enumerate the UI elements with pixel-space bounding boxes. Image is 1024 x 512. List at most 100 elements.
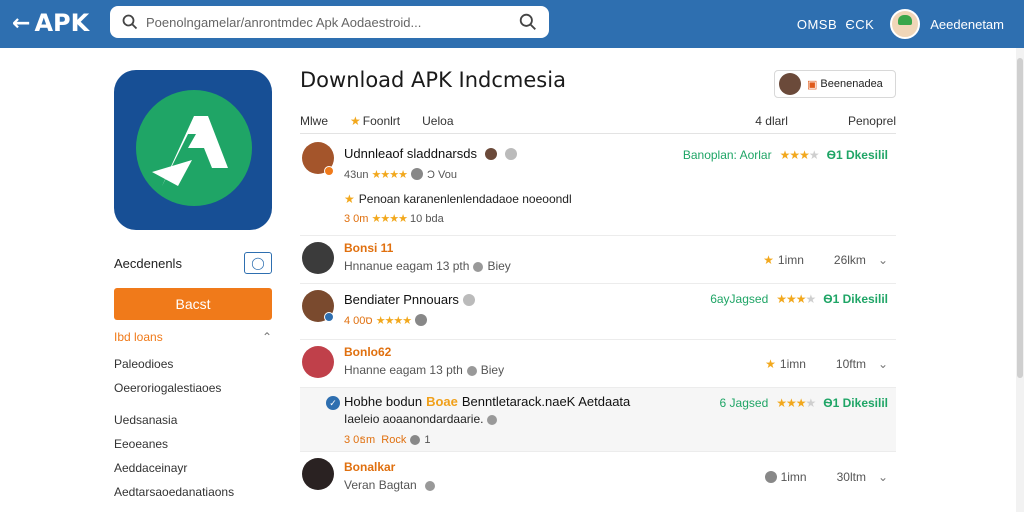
- scrollbar-thumb[interactable]: [1017, 58, 1023, 378]
- category-item[interactable]: Aedtarsaoedanatiaons: [114, 480, 272, 504]
- rating-stars: ★★★★: [371, 169, 408, 181]
- reviewer-avatar[interactable]: [302, 346, 334, 378]
- review-meta: Veran Bagtan: [344, 478, 439, 492]
- brand-name: APK: [34, 9, 90, 37]
- rating-stars: ★★★★: [375, 315, 412, 327]
- reviewer-name[interactable]: Bonsi 11: [344, 241, 393, 255]
- category-item[interactable]: Eeoeanes: [114, 432, 272, 456]
- review-item[interactable]: Bonalkar Veran Bagtan 1imn 30ltm ⌄: [300, 452, 896, 502]
- clock-icon: [424, 481, 435, 491]
- review-right: 6 Jagsed ★★★★ Ѳ1 Dikesilil: [720, 396, 888, 410]
- tab-0[interactable]: Mlwe: [300, 114, 328, 128]
- info-icon: [487, 415, 498, 425]
- tab-bar: Mlwe ★ Foonlrt Ueloa 4 dlarl Penoprel: [300, 108, 896, 134]
- review-status: Banoplan: Aorlar: [682, 148, 772, 162]
- search-bar[interactable]: Poenolngamelar/anrontmdec Apk Aodaestroi…: [110, 6, 549, 38]
- chevron-down-icon[interactable]: ⌄: [878, 357, 888, 371]
- review-text: Iaeleio aoaanondardaarie.: [344, 412, 501, 426]
- star-icon: ★: [765, 357, 776, 371]
- top-bar: ← APK Poenolngamelar/anrontmdec Apk Aoda…: [0, 0, 1024, 48]
- review-time: 1imn: [777, 253, 804, 267]
- chevron-up-icon[interactable]: ⌃: [262, 330, 272, 344]
- clock-icon: [473, 262, 484, 272]
- verified-icon: ✓: [326, 396, 340, 410]
- review-item[interactable]: ✓ Hobhe bodun Boae Benntletarack.naeK Aetd…: [300, 388, 896, 452]
- review-tag: Boae: [426, 394, 458, 409]
- username[interactable]: Aeedenetam: [930, 17, 1004, 32]
- sidebar-label: Aecdenenls: [114, 255, 182, 271]
- categories-title: Ibd loans: [114, 330, 163, 344]
- chip-flag-icon: ▣: [807, 78, 818, 91]
- clock-icon: [415, 314, 428, 326]
- search-input[interactable]: Poenolngamelar/anrontmdec Apk Aodaestroi…: [146, 15, 519, 30]
- brand-logo[interactable]: ← APK: [12, 9, 89, 37]
- review-meta-2: 3 0m ★★★★ 10 bda: [344, 213, 444, 225]
- shield-icon: ◯: [251, 256, 265, 270]
- rating-stars: ★★★★: [776, 292, 816, 306]
- review-meta: 3 0ธm Rock 1: [344, 434, 431, 446]
- rating-stars: ★★★★: [776, 396, 816, 410]
- tab-1[interactable]: ★ Foonlrt: [350, 114, 400, 128]
- category-item[interactable]: Oeeroriogalestiaoes: [114, 376, 272, 400]
- review-status: 6 Jagsed: [719, 396, 769, 410]
- star-icon: ★: [763, 253, 774, 267]
- download-link[interactable]: Ѳ1 Dikesilil: [823, 396, 888, 410]
- review-right: ★ 1imn 10ftm ⌄: [765, 357, 888, 371]
- clock-icon: [410, 435, 421, 445]
- review-count: 26lkm: [833, 253, 866, 267]
- user-chip[interactable]: ▣ Beenenadea: [774, 70, 896, 98]
- category-item[interactable]: Aeddaceinayr: [114, 456, 272, 480]
- language-selector[interactable]: OMSB ЄCK: [797, 17, 874, 32]
- tab-right-count[interactable]: 4 dlarl: [755, 114, 788, 128]
- review-meta: Hnnanue eagam 13 pth Biey: [344, 259, 511, 273]
- shield-button[interactable]: ◯: [244, 252, 272, 274]
- review-item[interactable]: Bonsi 11 Hnnanue eagam 13 pth Biey ★ 1imn…: [300, 236, 896, 284]
- review-status: 6ayJagsed: [710, 292, 769, 306]
- sidebar: Aecdenenls ◯ Bacst Ibd loans ⌃ Paleodioe…: [114, 70, 274, 499]
- clock-icon: [466, 366, 477, 376]
- sidebar-label-row: Aecdenenls ◯: [114, 252, 272, 274]
- back-arrow-icon[interactable]: ←: [12, 11, 30, 36]
- review-item[interactable]: Udnnleaof sladdnarsds 43un ★★★★ Ͻ Vou ★ Pe…: [300, 136, 896, 236]
- tab-right: 4 dlarl Penoprel: [695, 114, 896, 128]
- review-time: 1imn: [780, 470, 807, 484]
- review-right: 1imn 30ltm ⌄: [761, 470, 888, 484]
- reviewer-name[interactable]: Hobhe bodun Boae Benntletarack.naeK Aetdaa…: [344, 394, 630, 409]
- category-item[interactable]: Paleodioes: [114, 352, 272, 376]
- page-scrollbar[interactable]: [1016, 48, 1024, 512]
- download-link[interactable]: Ѳ1 Dkesilil: [827, 148, 888, 162]
- review-item[interactable]: Bendiater Pnnouars 4 00ס ★★★★ 6ayJagsed …: [300, 284, 896, 340]
- review-time: 1imn: [779, 357, 806, 371]
- chip-avatar: [779, 73, 801, 95]
- star-icon: ★: [350, 113, 361, 128]
- install-button[interactable]: Bacst: [114, 288, 272, 320]
- verified-badge-icon: [324, 312, 334, 322]
- badge-icon: [324, 166, 334, 176]
- categories-list: Paleodioes Oeeroriogalestiaoes Uedsanasi…: [114, 352, 272, 504]
- categories-header[interactable]: Ibd loans ⌃: [114, 330, 272, 344]
- search-submit-icon[interactable]: [519, 13, 537, 31]
- review-right: 6ayJagsed ★★★★ Ѳ1 Dikesilil: [710, 292, 888, 306]
- reviewer-name[interactable]: Bonlo62: [344, 345, 391, 359]
- review-item[interactable]: Bonlo62 Hnanne eagam 13 pth Biey ★ 1imn 1…: [300, 340, 896, 388]
- tab-2[interactable]: Ueloa: [422, 114, 453, 128]
- tab-right-sort[interactable]: Penoprel: [848, 114, 896, 128]
- user-avatar[interactable]: [890, 9, 921, 39]
- review-count: 30ltm: [836, 470, 866, 484]
- reviewer-avatar[interactable]: [302, 458, 334, 490]
- rating-stars: ★★★★: [371, 213, 408, 225]
- search-icon: [122, 14, 138, 30]
- category-item[interactable]: Uedsanasia: [114, 408, 272, 432]
- star-icon: ★: [344, 192, 355, 206]
- download-link[interactable]: Ѳ1 Dikesilil: [823, 292, 888, 306]
- app-icon: [114, 70, 272, 230]
- info-icon: [504, 148, 517, 160]
- chevron-down-icon[interactable]: ⌄: [878, 253, 888, 267]
- reviewer-name[interactable]: Bonalkar: [344, 460, 395, 474]
- reviewer-avatar[interactable]: [302, 242, 334, 274]
- review-meta: Hnanne eagam 13 pth Biey: [344, 363, 505, 377]
- clock-icon: [411, 168, 423, 180]
- chevron-down-icon[interactable]: ⌄: [878, 470, 888, 484]
- reviewer-name[interactable]: Bendiater Pnnouars: [344, 292, 479, 307]
- reviewer-name[interactable]: Udnnleaof sladdnarsds: [344, 146, 521, 161]
